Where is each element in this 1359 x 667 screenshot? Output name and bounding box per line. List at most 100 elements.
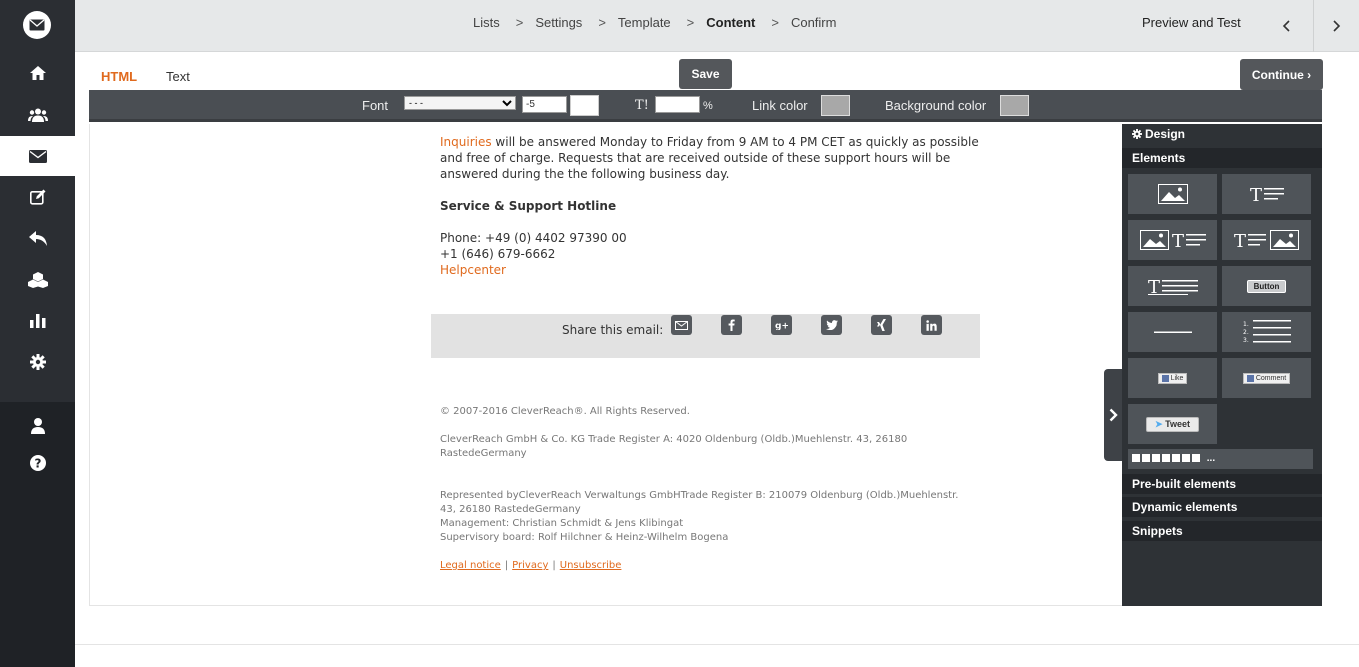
legal-separator: | xyxy=(552,560,556,571)
divider-element-tile[interactable] xyxy=(1128,312,1217,352)
share-bar: Share this email: g+ xyxy=(431,314,980,358)
management-info: Management: Christian Schmidt & Jens Kli… xyxy=(440,518,684,529)
line-height-input[interactable] xyxy=(655,96,700,113)
snippets-header[interactable]: Snippets xyxy=(1122,521,1322,541)
breadcrumb-confirm[interactable]: Confirm xyxy=(791,15,837,30)
xing-icon[interactable] xyxy=(871,315,892,335)
like-label: Like xyxy=(1170,374,1184,382)
tab-text[interactable]: Text xyxy=(166,69,190,84)
breadcrumb-separator: > xyxy=(515,15,524,30)
preview-and-test-link[interactable]: Preview and Test xyxy=(1142,15,1241,30)
background-color-swatch[interactable] xyxy=(1000,95,1029,116)
font-size-input[interactable]: -5 xyxy=(522,96,567,113)
font-select[interactable]: - - - xyxy=(404,96,516,110)
numbered-list-icon: 1.2.3. xyxy=(1243,320,1291,344)
format-toolbar: Font - - - -5 T! % Link color Background… xyxy=(89,90,1322,122)
email-editor-canvas[interactable]: Inquiries will be answered Monday to Fri… xyxy=(89,124,1122,606)
legal-separator: | xyxy=(504,560,509,571)
copyright-text: © 2007-2016 CleverReach®. All Rights Res… xyxy=(440,406,690,417)
tweet-element-tile[interactable]: ➤ Tweet xyxy=(1128,404,1217,444)
share-label: Share this email: xyxy=(562,323,664,337)
text-image-element-tile[interactable]: T xyxy=(1222,220,1311,260)
email-footer[interactable]: © 2007-2016 CleverReach®. All Rights Res… xyxy=(440,405,960,573)
nav-home-icon[interactable] xyxy=(0,53,75,93)
bottom-divider xyxy=(75,644,1359,645)
svg-text:?: ? xyxy=(34,457,41,471)
tweet-label: Tweet xyxy=(1165,418,1190,429)
text-columns-icon: T xyxy=(1147,277,1198,295)
nav-reply-icon[interactable] xyxy=(0,218,75,258)
nav-mail-icon[interactable] xyxy=(0,136,75,176)
continue-button[interactable]: Continue › xyxy=(1240,59,1323,90)
nav-chart-icon[interactable] xyxy=(0,300,75,340)
intro-text: will be answered Monday to Friday from 9… xyxy=(440,135,979,181)
nav-help-icon[interactable]: ? xyxy=(0,443,75,483)
svg-text:T: T xyxy=(1250,185,1262,203)
nav-user-icon[interactable] xyxy=(0,406,75,446)
list-element-tile[interactable]: 1. 2. 3. xyxy=(1222,312,1311,352)
svg-text:T: T xyxy=(1148,277,1160,295)
email-icon[interactable] xyxy=(671,315,692,335)
svg-text:T: T xyxy=(1172,231,1184,250)
text-icon: T xyxy=(1250,185,1284,203)
collapse-panel-handle[interactable] xyxy=(1104,369,1123,461)
breadcrumb-settings[interactable]: Settings xyxy=(535,15,582,30)
represented-info: Represented byCleverReach Verwaltungs Gm… xyxy=(440,490,959,515)
legal-notice-link[interactable]: Legal notice xyxy=(440,560,501,571)
twitter-icon[interactable] xyxy=(821,315,842,335)
phone-line-2: +1 (646) 679-6662 xyxy=(440,247,556,261)
text-columns-element-tile[interactable]: T xyxy=(1128,266,1217,306)
breadcrumb-template[interactable]: Template xyxy=(618,15,671,30)
nav-cubes-icon[interactable] xyxy=(0,260,75,300)
image-text-element-tile[interactable]: T xyxy=(1128,220,1217,260)
facebook-like-element-tile[interactable]: Like xyxy=(1128,358,1217,398)
facebook-icon[interactable] xyxy=(721,315,742,335)
unsubscribe-link[interactable]: Unsubscribe xyxy=(560,560,622,571)
company-info: CleverReach GmbH & Co. KG Trade Register… xyxy=(440,434,908,459)
linkedin-icon[interactable] xyxy=(921,315,942,335)
legal-links: Legal notice | Privacy | Unsubscribe xyxy=(440,559,960,573)
facebook-comment-element-tile[interactable]: Comment xyxy=(1222,358,1311,398)
button-tile-label: Button xyxy=(1246,279,1287,293)
more-social-label: ... xyxy=(1206,453,1216,464)
breadcrumb-lists[interactable]: Lists xyxy=(473,15,500,30)
image-element-tile[interactable] xyxy=(1128,174,1217,214)
comment-button-preview: Comment xyxy=(1242,372,1291,384)
text-color-swatch[interactable] xyxy=(570,95,599,116)
email-body[interactable]: Inquiries will be answered Monday to Fri… xyxy=(440,134,980,278)
design-label: Design xyxy=(1145,127,1186,141)
chevron-left-icon[interactable] xyxy=(1263,0,1309,52)
nav-gear-icon[interactable] xyxy=(0,342,75,382)
text-image-icon: T xyxy=(1234,230,1299,250)
intro-paragraph[interactable]: Inquiries will be answered Monday to Fri… xyxy=(440,134,980,182)
save-button[interactable]: Save xyxy=(679,59,732,89)
link-color-label: Link color xyxy=(752,98,808,113)
nav-edit-icon[interactable] xyxy=(0,177,75,217)
gear-icon xyxy=(1132,125,1142,145)
dynamic-elements-header[interactable]: Dynamic elements xyxy=(1122,497,1322,517)
twitter-icon: ➤ xyxy=(1155,418,1163,429)
tab-html[interactable]: HTML xyxy=(101,69,137,84)
helpcenter-link[interactable]: Helpcenter xyxy=(440,263,506,277)
svg-text:3.: 3. xyxy=(1243,337,1249,344)
button-element-tile[interactable]: Button xyxy=(1222,266,1311,306)
design-section-header[interactable]: Design xyxy=(1122,124,1322,144)
svg-text:1.: 1. xyxy=(1243,321,1249,328)
chevron-right-icon[interactable] xyxy=(1313,0,1359,52)
svg-text:T: T xyxy=(1234,231,1246,250)
nav-users-icon[interactable] xyxy=(0,95,75,135)
svg-text:g+: g+ xyxy=(775,322,788,331)
text-size-icon: T! xyxy=(635,98,649,113)
prebuilt-elements-header[interactable]: Pre-built elements xyxy=(1122,474,1322,494)
tweet-button-preview: ➤ Tweet xyxy=(1146,416,1199,432)
elements-section-header[interactable]: Elements xyxy=(1122,148,1322,168)
logo-mail-icon[interactable] xyxy=(23,11,51,39)
google-plus-icon[interactable]: g+ xyxy=(771,315,792,335)
link-color-swatch[interactable] xyxy=(821,95,850,116)
privacy-link[interactable]: Privacy xyxy=(512,560,548,571)
breadcrumb-separator: > xyxy=(598,15,606,30)
text-element-tile[interactable]: T xyxy=(1222,174,1311,214)
social-icons-element-tile[interactable]: ... xyxy=(1128,449,1313,469)
breadcrumb-content[interactable]: Content xyxy=(706,15,755,30)
inquiries-link[interactable]: Inquiries xyxy=(440,135,492,149)
